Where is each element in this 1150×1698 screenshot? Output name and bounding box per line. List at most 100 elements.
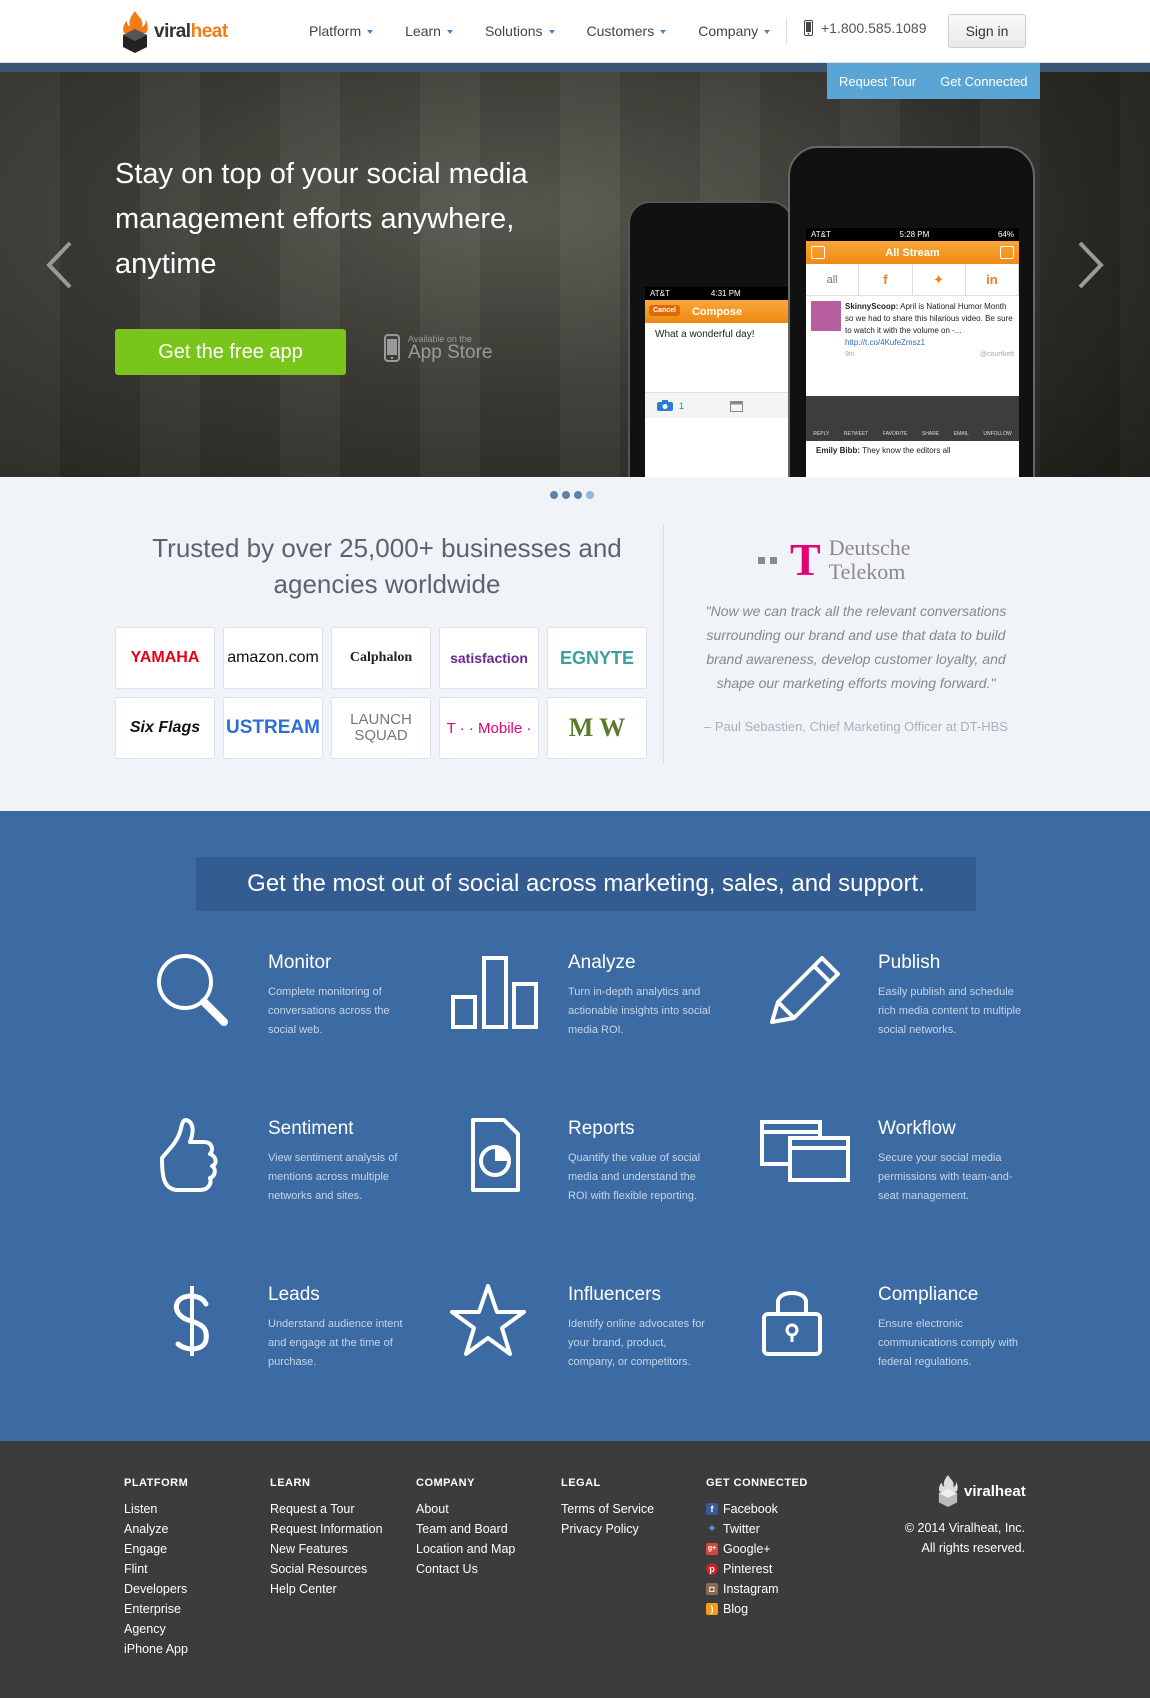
mobile-phone-icon [804, 20, 813, 36]
feature-title: Sentiment [268, 1118, 354, 1139]
footer-link-contact[interactable]: Contact Us [416, 1559, 515, 1579]
footer-link-developers[interactable]: Developers [124, 1579, 188, 1599]
facebook-icon: f [706, 1503, 718, 1515]
compose-title: Compose [691, 305, 743, 318]
site-header: viralheat Platform Learn Solutions Custo… [0, 0, 1150, 63]
footer-link-about[interactable]: About [416, 1499, 515, 1519]
flame-cube-icon [123, 11, 148, 53]
email-action: EMAIL [953, 431, 969, 437]
footer-col-connected: GET CONNECTED f Facebook ✦ Twitter g+ Googl… [706, 1477, 808, 1619]
launch-squad-logo: LAUNCH SQUAD [331, 697, 431, 759]
carousel-dot[interactable] [562, 491, 570, 499]
footer-link-listen[interactable]: Listen [124, 1499, 188, 1519]
twitter-icon: ✦ [913, 264, 966, 295]
carousel-next-arrow-icon[interactable] [1076, 240, 1106, 290]
get-free-app-button[interactable]: Get the free app [115, 329, 346, 375]
main-nav: Platform Learn Solutions Customers Compa… [309, 0, 802, 61]
cta-tabs: Request Tour Get Connected [827, 63, 1040, 99]
tweet-item: SkinnyScoop: April is National Humor Mon… [806, 296, 1019, 366]
feature-desc: Easily publish and schedule rich media c… [878, 986, 1022, 1036]
six-flags-logo: Six Flags [115, 697, 215, 759]
viralheat-logo[interactable]: viralheat [122, 10, 228, 54]
carousel-dot[interactable] [550, 491, 558, 499]
footer-link-team[interactable]: Team and Board [416, 1519, 515, 1539]
request-tour-tab[interactable]: Request Tour [827, 63, 928, 99]
footer-heading: LEGAL [561, 1477, 601, 1489]
tweet-link: http://t.co/4KufeZmsz1 [845, 338, 926, 347]
reply-action: REPLY [813, 431, 830, 437]
feature-title: Compliance [878, 1284, 979, 1305]
carousel-dots [550, 491, 594, 499]
footer-link-enterprise[interactable]: Enterprise [124, 1599, 188, 1619]
section-divider [663, 524, 664, 764]
footer-link-location[interactable]: Location and Map [416, 1539, 515, 1559]
footer-logo[interactable]: viralheat [937, 1475, 1026, 1507]
deutsche-telekom-logo: T Deutsche Telekom [758, 536, 911, 584]
carousel-dot[interactable] [574, 491, 582, 499]
feature-desc: Ensure electronic communications comply … [878, 1318, 1018, 1368]
feature-desc: Turn in-depth analytics and actionable i… [568, 986, 711, 1036]
footer-link-twitter[interactable]: ✦ Twitter [706, 1519, 808, 1539]
share-action: SHARE [921, 431, 940, 437]
thumbs-up-icon [160, 1118, 218, 1192]
footer-link-new-features[interactable]: New Features [270, 1539, 383, 1559]
nav-customers[interactable]: Customers [587, 23, 667, 39]
tmobile-logo: T · · Mobile · [439, 697, 539, 759]
iphone-compose-mockup: AT&T 4:31 PM Cancel Compose What a wonder… [628, 201, 793, 501]
footer-link-flint[interactable]: Flint [124, 1559, 188, 1579]
footer-link-instagram[interactable]: ◘ Instagram [706, 1579, 808, 1599]
footer-link-social-resources[interactable]: Social Resources [270, 1559, 383, 1579]
feature-title: Influencers [568, 1284, 661, 1305]
tweet-meta: 9m @courtkett [845, 351, 1014, 358]
compose-toolbar: 1 [645, 392, 789, 418]
retweet-action: RETWEET [843, 431, 869, 437]
mens-wearhouse-logo: M W [547, 697, 647, 759]
chevron-down-icon [548, 30, 555, 34]
footer-link-pinterest[interactable]: p Pinterest [706, 1559, 808, 1579]
pinterest-icon: p [706, 1563, 718, 1575]
customer-logo-grid: YAMAHA amazon.com Calphalon satisfaction… [115, 627, 649, 759]
ustream-logo: USTREAM [223, 697, 323, 759]
feature-title: Reports [568, 1118, 635, 1139]
lock-icon [762, 1291, 822, 1356]
footer-link-request-info[interactable]: Request Information [270, 1519, 383, 1539]
nav-platform[interactable]: Platform [309, 23, 374, 39]
phone-number[interactable]: +1.800.585.1089 [804, 20, 927, 36]
get-connected-tab[interactable]: Get Connected [928, 63, 1039, 99]
nav-company[interactable]: Company [698, 23, 771, 39]
testimonial-quote: "Now we can track all the relevant conve… [705, 603, 1007, 691]
footer-link-request-tour[interactable]: Request a Tour [270, 1499, 383, 1519]
feature-desc: Understand audience intent and engage at… [268, 1318, 403, 1368]
footer-link-iphone-app[interactable]: iPhone App [124, 1639, 188, 1659]
flame-cube-icon [938, 1475, 958, 1507]
tab-all: all [806, 264, 860, 295]
pencil-icon [770, 956, 840, 1024]
footer-link-googleplus[interactable]: g+ Google+ [706, 1539, 808, 1559]
sign-in-button[interactable]: Sign in [948, 14, 1026, 48]
carousel-dot-active[interactable] [586, 491, 594, 499]
carousel-prev-arrow-icon[interactable] [44, 240, 74, 290]
calendar-icon [730, 400, 744, 412]
nav-learn[interactable]: Learn [405, 23, 453, 39]
cancel-button: Cancel [649, 305, 680, 316]
google-plus-icon: g+ [706, 1543, 718, 1555]
compose-icon [1000, 246, 1014, 259]
footer-link-help-center[interactable]: Help Center [270, 1579, 383, 1599]
footer-link-agency[interactable]: Agency [124, 1619, 188, 1639]
app-store-link[interactable]: Available on the App Store [384, 334, 493, 362]
footer-link-analyze[interactable]: Analyze [124, 1519, 188, 1539]
footer-heading: GET CONNECTED [706, 1477, 808, 1489]
footer-link-engage[interactable]: Engage [124, 1539, 188, 1559]
footer-link-blog[interactable]: ) Blog [706, 1599, 808, 1619]
footer-link-facebook[interactable]: f Facebook [706, 1499, 808, 1519]
footer-link-terms[interactable]: Terms of Service [561, 1499, 654, 1519]
nav-solutions[interactable]: Solutions [485, 23, 555, 39]
photo-count: 1 [679, 400, 685, 411]
footer-link-privacy[interactable]: Privacy Policy [561, 1519, 654, 1539]
twitter-icon: ✦ [707, 1523, 717, 1535]
rss-icon: ) [706, 1603, 718, 1615]
egnyte-logo: EGNYTE [547, 627, 647, 689]
status-bar: AT&T 4:31 PM [645, 287, 789, 300]
yamaha-logo: YAMAHA [115, 627, 215, 689]
footer-col-platform: PLATFORM Listen Analyze Engage Flint Dev… [124, 1477, 188, 1659]
